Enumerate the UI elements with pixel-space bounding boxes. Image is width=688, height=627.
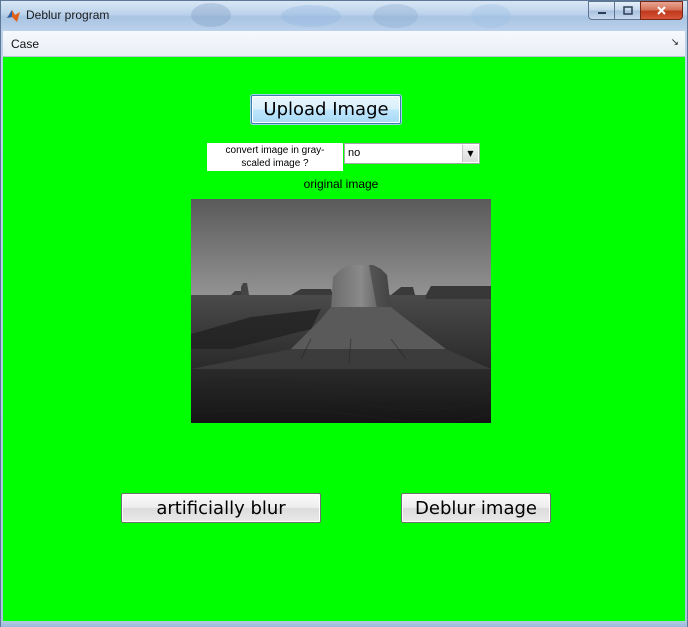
close-icon	[657, 6, 666, 15]
deblur-image-button[interactable]: Deblur image	[401, 493, 551, 523]
title-bar[interactable]: Deblur program	[1, 1, 687, 30]
glass-reflection	[191, 3, 231, 27]
glass-reflection	[373, 4, 418, 28]
minimize-icon	[597, 11, 606, 14]
figure-canvas: Upload Image convert image in gray-scale…	[3, 57, 685, 621]
convert-grayscale-label: convert image in gray-scaled image ?	[207, 143, 343, 171]
window-title: Deblur program	[26, 8, 110, 22]
menu-bar: Case ↘	[3, 31, 685, 57]
window-bottom-border	[1, 621, 687, 627]
original-image-caption: original image	[303, 177, 379, 191]
convert-grayscale-label-text: convert image in gray-scaled image ?	[225, 145, 325, 169]
maximize-icon	[622, 5, 633, 15]
menu-item-case[interactable]: Case	[11, 37, 39, 51]
original-image	[191, 199, 491, 423]
convert-grayscale-select[interactable]: no ▼	[344, 143, 480, 164]
desert-landscape-image	[191, 199, 491, 423]
maximize-button[interactable]	[614, 1, 640, 20]
close-button[interactable]	[640, 1, 683, 20]
app-window: Deblur program Case ↘ Upload Image conve…	[0, 0, 688, 627]
glass-reflection	[471, 4, 511, 28]
window-controls	[588, 1, 683, 21]
upload-image-button[interactable]: Upload Image	[251, 95, 401, 124]
chevron-down-icon[interactable]: ▼	[462, 145, 478, 162]
dock-arrow-icon[interactable]: ↘	[671, 37, 679, 48]
matlab-icon	[7, 10, 20, 22]
glass-reflection	[281, 5, 341, 27]
minimize-button[interactable]	[588, 1, 614, 20]
convert-grayscale-select-value: no	[348, 147, 361, 159]
artificially-blur-button[interactable]: artificially blur	[121, 493, 321, 523]
